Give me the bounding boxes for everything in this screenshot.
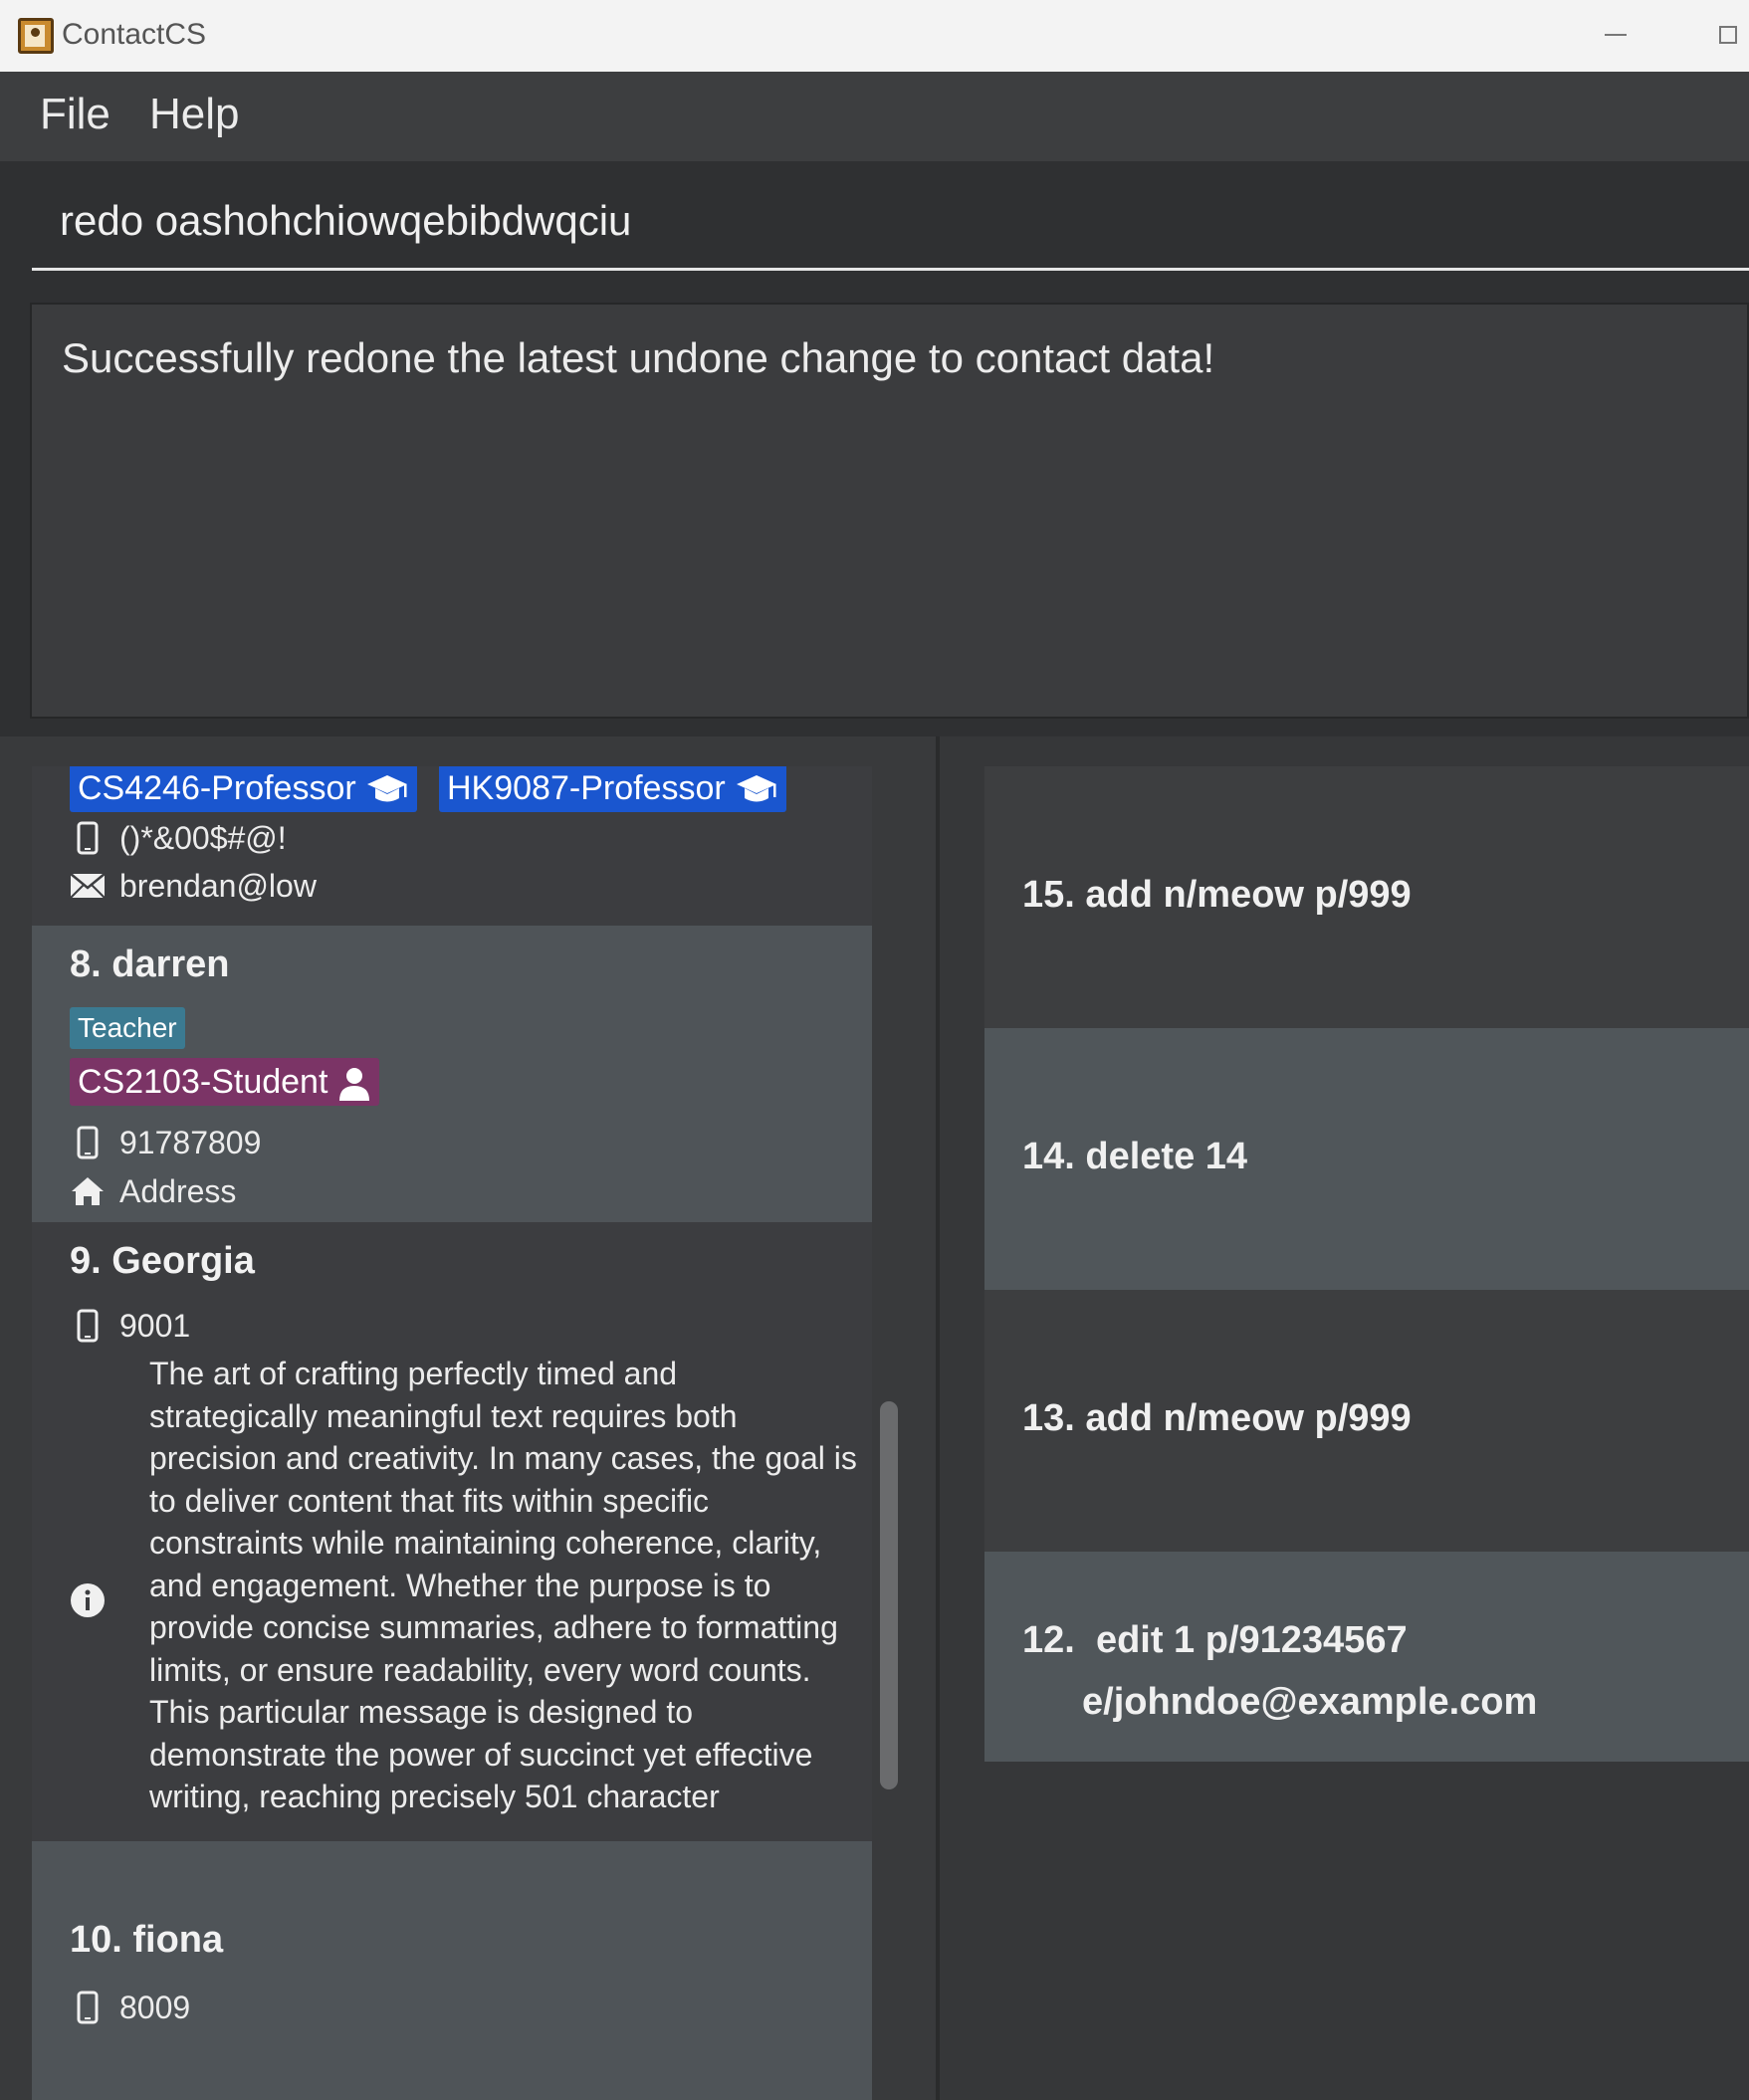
phone-icon (70, 1990, 106, 2025)
graduation-cap-icon (367, 775, 408, 802)
address-row: Address (70, 1169, 236, 1213)
menu-file[interactable]: File (40, 90, 110, 139)
history-command-continuation: e/johndoe@example.com (1082, 1681, 1538, 1723)
graduation-cap-icon (737, 775, 777, 802)
home-icon (70, 1173, 106, 1209)
result-display: Successfully redone the latest undone ch… (30, 303, 1749, 719)
phone-icon (70, 820, 106, 856)
person-list-panel: CS4246-Professor HK9087-Professor ()*&00… (0, 736, 936, 2100)
result-display-panel: Successfully redone the latest undone ch… (0, 289, 1749, 736)
person-list-scrollbar[interactable] (880, 1401, 898, 1789)
mail-icon (70, 868, 106, 904)
phone-value: 8009 (119, 1989, 191, 2025)
person-card[interactable]: CS4246-Professor HK9087-Professor ()*&00… (32, 766, 872, 926)
maximize-button[interactable] (1719, 26, 1737, 44)
person-icon (338, 1068, 369, 1102)
window-title: ContactCS (62, 18, 207, 51)
phone-value: 9001 (119, 1307, 191, 1344)
person-list[interactable]: CS4246-Professor HK9087-Professor ()*&00… (32, 766, 872, 2100)
contact-book-icon (18, 18, 54, 54)
result-message: Successfully redone the latest undone ch… (62, 334, 1215, 381)
menu-help[interactable]: Help (149, 90, 240, 139)
phone-icon (70, 1308, 106, 1344)
person-card[interactable]: 9. Georgia 9001 The art of crafting perf… (32, 1222, 872, 1841)
person-card[interactable]: 10. fiona 8009 (32, 1841, 872, 2100)
info-icon (70, 1582, 106, 1623)
tag-label: CS4246-Professor (78, 769, 356, 807)
history-item[interactable]: 12. edit 1 p/91234567 e/johndoe@example.… (984, 1552, 1749, 1762)
email-row: brendan@low (70, 864, 317, 908)
phone-icon (70, 1125, 106, 1160)
window-title-bar: ContactCS (0, 0, 1749, 73)
history-command: 14. delete 14 (1022, 1136, 1248, 1177)
person-name: 10. fiona (70, 1919, 224, 1961)
history-item[interactable]: 15. add n/meow p/999 (984, 766, 1749, 1028)
tag-role: Teacher (70, 1007, 185, 1049)
history-command: 13. add n/meow p/999 (1022, 1397, 1412, 1439)
person-name: 8. darren (70, 944, 230, 985)
history-item[interactable]: 13. add n/meow p/999 (984, 1290, 1749, 1552)
tag-label: HK9087-Professor (447, 769, 726, 807)
tag-professor: CS4246-Professor (70, 766, 418, 812)
person-card[interactable]: 8. darren Teacher CS2103-Student 9178780… (32, 926, 872, 1222)
minimize-button[interactable] (1605, 34, 1627, 36)
tag-student: CS2103-Student (70, 1058, 379, 1106)
history-item[interactable]: 14. delete 14 (984, 1028, 1749, 1290)
remark-text: The art of crafting perfectly timed and … (149, 1356, 857, 1814)
tag-professor: HK9087-Professor (439, 766, 787, 812)
tag-label: CS2103-Student (78, 1063, 328, 1101)
phone-value: 91787809 (119, 1124, 262, 1160)
lists-area: CS4246-Professor HK9087-Professor ()*&00… (0, 736, 1749, 2100)
person-name: 9. Georgia (70, 1240, 255, 1282)
menu-bar: File Help (0, 72, 1749, 161)
command-input[interactable] (32, 173, 1749, 271)
phone-row: 9001 (70, 1304, 190, 1348)
phone-row: 8009 (70, 1986, 190, 2029)
command-history-panel: 15. add n/meow p/999 14. delete 14 13. a… (940, 736, 1749, 2100)
phone-row: 91787809 (70, 1121, 261, 1164)
email-value: brendan@low (119, 867, 317, 904)
command-box (0, 161, 1749, 289)
phone-value: ()*&00$#@! (119, 819, 287, 856)
history-command: 12. edit 1 p/91234567 (1022, 1619, 1408, 1661)
phone-row: ()*&00$#@! (70, 816, 287, 860)
history-command: 15. add n/meow p/999 (1022, 874, 1412, 916)
address-value: Address (119, 1172, 237, 1209)
